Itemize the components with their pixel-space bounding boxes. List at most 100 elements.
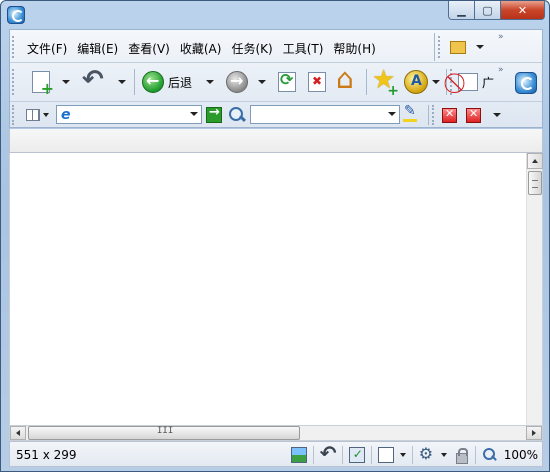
new-page-icon [32,71,54,98]
window-icon[interactable] [377,447,394,463]
chevron-down-icon[interactable] [258,80,266,84]
popup-block-icon [458,73,478,91]
home-button[interactable] [336,62,358,96]
chevron-down-icon [43,113,49,117]
page-content[interactable] [9,153,543,425]
horizontal-scroll-thumb[interactable]: III [28,426,300,440]
zoom-icon[interactable] [482,447,498,463]
forward-button[interactable] [226,68,266,96]
favorites-folder-button[interactable] [450,33,484,61]
close-button[interactable]: ✕ [501,1,545,20]
go-arrow-icon [206,105,222,123]
horizontal-scrollbar[interactable]: III [9,425,543,441]
popup-grip[interactable] [450,69,454,95]
band-separator [428,105,429,125]
maximize-button[interactable]: ▢ [475,1,501,20]
status-bar: 551 x 299 100% [9,441,543,467]
tab-strip[interactable] [9,129,543,153]
ie-page-icon: e [61,107,71,123]
new-page-button[interactable] [32,68,70,98]
lock-icon [453,447,469,464]
refresh-button[interactable] [278,68,296,96]
menu-tasks[interactable]: 任务(K) [226,40,277,57]
close-all-icon [466,107,481,123]
feeds-icon [404,70,428,94]
menu-help[interactable]: 帮助(H) [328,40,380,57]
home-icon [336,62,358,95]
title-bar[interactable]: ▁ ▢ ✕ [1,1,549,29]
chevron-down-icon[interactable] [399,453,406,457]
stop-button[interactable] [308,68,326,96]
zoom-level[interactable]: 100% [504,448,538,462]
chevron-down-icon[interactable] [493,113,501,117]
feeds-button[interactable] [404,68,440,96]
menu-edit[interactable]: 编辑(E) [72,40,123,57]
chevron-down-icon[interactable] [118,80,126,84]
vertical-scroll-thumb[interactable] [528,171,542,195]
search-dropdown-icon[interactable] [388,112,396,116]
status-separator [370,446,372,464]
chevron-down-icon[interactable] [440,453,447,457]
toolbar-separator [366,69,367,95]
go-button[interactable] [206,105,222,124]
more-chevron-icon[interactable]: » [498,32,503,42]
undo-close-button[interactable] [82,65,126,96]
scroll-up-button[interactable] [527,153,543,169]
status-separator [341,446,343,464]
scroll-grip: III [157,426,174,436]
chevron-down-icon[interactable] [432,80,440,84]
image-toggle-icon[interactable] [290,447,307,463]
status-separator [474,446,476,464]
back-label: 后退 [168,75,193,90]
status-separator [411,446,413,464]
close-tools-grip[interactable] [432,105,436,125]
address-dropdown-icon[interactable] [190,112,198,116]
chevron-down-icon[interactable] [62,80,70,84]
close-page-icon [442,107,457,123]
menu-view[interactable]: 查看(V) [123,40,175,57]
back-button[interactable]: 后退 [142,68,215,96]
refresh-icon [278,70,296,92]
band-separator [434,33,435,61]
close-page-button[interactable] [442,106,457,124]
network-icon[interactable] [348,447,365,463]
brand-logo[interactable] [515,69,537,97]
favorite-star-icon [372,65,399,99]
browser-window: ▁ ▢ ✕ 文件(F) 编辑(E) 查看(V) 收藏(A) 任务(K) 工具(T… [0,0,550,472]
address-grip[interactable] [12,105,16,125]
vertical-scrollbar[interactable] [526,153,543,425]
toolbar-rebar: 文件(F) 编辑(E) 查看(V) 收藏(A) 任务(K) 工具(T) 帮助(H… [9,29,543,128]
menu-bar: 文件(F) 编辑(E) 查看(V) 收藏(A) 任务(K) 工具(T) 帮助(H… [22,40,381,57]
search-icon [228,106,246,124]
status-text: 551 x 299 [16,448,77,462]
favorites-grip[interactable] [438,36,442,58]
menu-favorites[interactable]: 收藏(A) [175,40,227,57]
chevron-down-icon[interactable] [206,80,215,84]
app-logo-icon[interactable] [7,6,25,24]
status-separator [312,446,314,464]
brand-logo-icon [515,72,537,94]
scroll-right-button[interactable] [526,426,542,440]
band-separator [446,69,447,95]
search-input[interactable] [250,105,400,124]
menu-file[interactable]: 文件(F) [22,40,72,57]
navigation-band: 后退 [10,62,542,102]
undo-icon [82,65,104,95]
add-favorite-button[interactable] [372,65,399,99]
view-toggle-button[interactable] [26,106,49,124]
address-input[interactable]: e [56,105,202,124]
search-engine-button[interactable] [228,105,246,125]
settings-gear-icon[interactable] [419,444,435,463]
scroll-left-button[interactable] [10,426,26,440]
popup-blocker-button[interactable]: 广 [458,68,500,96]
stop-icon [308,72,326,92]
highlight-button[interactable] [402,103,418,124]
folder-star-icon [450,40,466,54]
undo-icon[interactable] [320,441,337,465]
toolbar-grip[interactable] [12,69,16,95]
menu-grip[interactable] [12,36,16,58]
minimize-button[interactable]: ▁ [448,1,475,20]
more-chevron-icon[interactable]: » [498,65,503,75]
menu-tools[interactable]: 工具(T) [278,40,329,57]
close-all-button[interactable] [466,106,501,124]
